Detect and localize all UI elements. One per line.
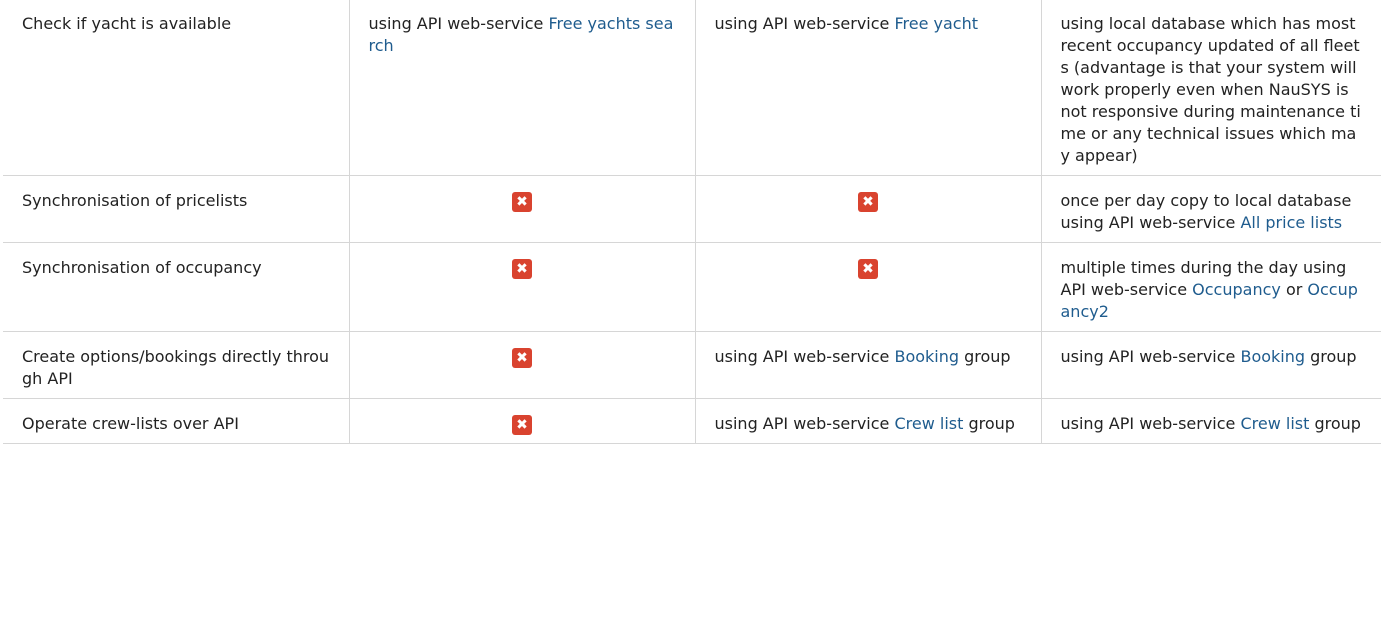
feature-label: Create options/bookings directly through… bbox=[22, 347, 330, 388]
cell-text: using API web-service bbox=[368, 14, 549, 33]
cell-text: group bbox=[1309, 414, 1361, 433]
free-yacht-link[interactable]: Free yacht bbox=[894, 14, 978, 33]
x-mark-icon: ✖ bbox=[512, 415, 532, 435]
all-price-lists-link[interactable]: All price lists bbox=[1240, 213, 1342, 232]
feature-label: Synchronisation of pricelists bbox=[22, 191, 248, 210]
table-row: Synchronisation of pricelists ✖ ✖ once p… bbox=[3, 175, 1381, 243]
option-cell: ✖ bbox=[348, 175, 696, 243]
x-mark-icon: ✖ bbox=[512, 192, 532, 212]
cell-text: using API web-service bbox=[1060, 414, 1241, 433]
feature-label: Operate crew-lists over API bbox=[22, 414, 239, 433]
option-cell: using local database which has most rece… bbox=[1040, 0, 1381, 176]
cell-text: group bbox=[1305, 347, 1357, 366]
feature-label: Check if yacht is available bbox=[22, 14, 232, 33]
crew-list-link[interactable]: Crew list bbox=[894, 414, 963, 433]
option-cell: once per day copy to local database usin… bbox=[1040, 175, 1381, 243]
booking-link[interactable]: Booking bbox=[1240, 347, 1305, 366]
cell-text: or bbox=[1280, 280, 1308, 299]
option-cell: ✖ bbox=[348, 331, 696, 399]
x-mark-icon: ✖ bbox=[858, 259, 878, 279]
cell-text: using local database which has most rece… bbox=[1060, 14, 1361, 165]
table-row: Synchronisation of occupancy ✖ ✖ multipl… bbox=[3, 242, 1381, 332]
feature-cell: Create options/bookings directly through… bbox=[3, 331, 350, 399]
option-cell: ✖ bbox=[348, 398, 696, 444]
option-cell: using API web-service Crew list group bbox=[1040, 398, 1381, 444]
option-cell: ✖ bbox=[694, 242, 1042, 332]
crew-list-link[interactable]: Crew list bbox=[1240, 414, 1309, 433]
option-cell: using API web-service Booking group bbox=[694, 331, 1042, 399]
feature-cell: Synchronisation of pricelists bbox=[3, 175, 350, 243]
feature-cell: Check if yacht is available bbox=[3, 0, 350, 176]
feature-cell: Operate crew-lists over API bbox=[3, 398, 350, 444]
option-cell: using API web-service Free yachts search bbox=[348, 0, 696, 176]
x-mark-icon: ✖ bbox=[512, 348, 532, 368]
cell-text: using API web-service bbox=[714, 14, 895, 33]
option-cell: ✖ bbox=[694, 175, 1042, 243]
option-cell: using API web-service Free yacht bbox=[694, 0, 1042, 176]
feature-label: Synchronisation of occupancy bbox=[22, 258, 262, 277]
feature-cell: Synchronisation of occupancy bbox=[3, 242, 350, 332]
table-row: Create options/bookings directly through… bbox=[3, 331, 1381, 399]
table-row: Check if yacht is available using API we… bbox=[3, 0, 1381, 176]
cell-text: using API web-service bbox=[714, 414, 895, 433]
cell-text: group bbox=[959, 347, 1011, 366]
option-cell: using API web-service Booking group bbox=[1040, 331, 1381, 399]
comparison-table: Check if yacht is available using API we… bbox=[3, 0, 1381, 444]
booking-link[interactable]: Booking bbox=[894, 347, 959, 366]
table-row: Operate crew-lists over API ✖ using API … bbox=[3, 398, 1381, 444]
option-cell: ✖ bbox=[348, 242, 696, 332]
cell-text: using API web-service bbox=[1060, 347, 1241, 366]
x-mark-icon: ✖ bbox=[512, 259, 532, 279]
occupancy-link[interactable]: Occupancy bbox=[1192, 280, 1281, 299]
cell-text: group bbox=[963, 414, 1015, 433]
option-cell: multiple times during the day using API … bbox=[1040, 242, 1381, 332]
option-cell: using API web-service Crew list group bbox=[694, 398, 1042, 444]
cell-text: using API web-service bbox=[714, 347, 895, 366]
x-mark-icon: ✖ bbox=[858, 192, 878, 212]
